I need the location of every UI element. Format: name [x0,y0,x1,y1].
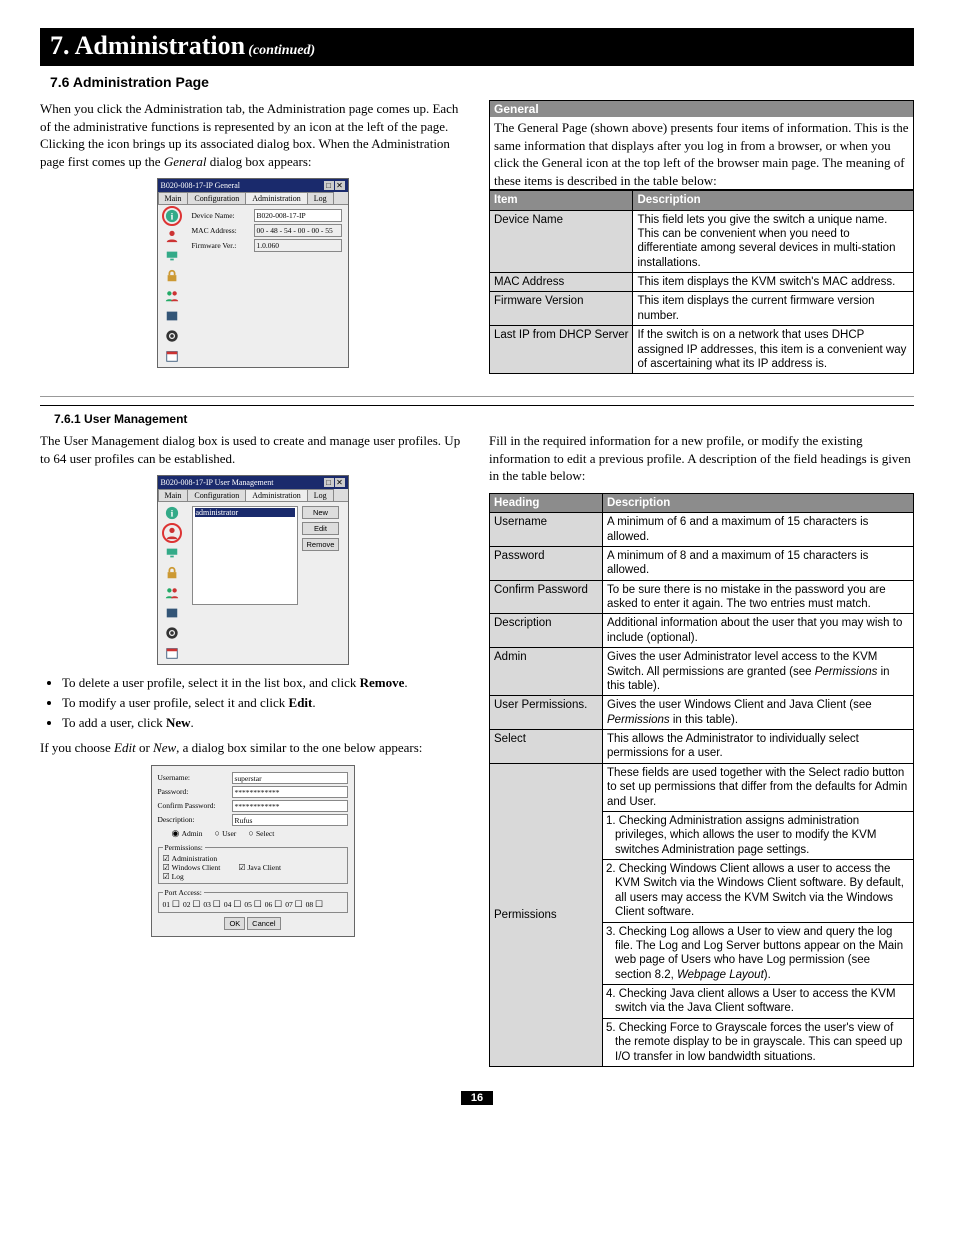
ok-button[interactable]: OK [224,917,245,930]
lock-icon [165,566,179,580]
general-dialog-screenshot: B020-008-17-IP General□✕ Main Configurat… [157,178,349,368]
general-label: General [489,100,914,117]
new-button[interactable]: New [302,506,340,519]
user-edit-intro: Fill in the required information for a n… [489,432,914,485]
users-icon [165,586,179,600]
remove-button[interactable]: Remove [302,538,340,551]
gear-icon [165,626,179,640]
user-edit-dialog-screenshot: Username:superstar Password:************… [151,765,355,937]
svg-text:i: i [170,509,173,520]
customize-icon [165,606,179,620]
page-number: 16 [40,1089,914,1105]
gear-icon [165,329,179,343]
edit-button[interactable]: Edit [302,522,340,535]
network-icon [165,249,179,263]
section-7-6-intro: When you click the Administration tab, t… [40,100,465,170]
customize-icon [165,309,179,323]
users-icon [165,289,179,303]
info-icon: i [165,506,179,520]
section-7-6-1-heading: 7.6.1 User Management [54,412,914,426]
user-mgmt-bullets: To delete a user profile, select it in t… [62,675,465,731]
user-mgmt-para: The User Management dialog box is used t… [40,432,465,467]
cancel-button[interactable]: Cancel [247,917,280,930]
general-blurb: The General Page (shown above) presents … [489,117,914,190]
date-icon [165,349,179,363]
user-icon [165,526,179,540]
network-icon [165,546,179,560]
user-icon [165,229,179,243]
after-bullets: If you choose Edit or New, a dialog box … [40,739,465,757]
headings-table: HeadingDescription UsernameA minimum of … [489,493,914,1067]
lock-icon [165,269,179,283]
date-icon [165,646,179,660]
chapter-header: 7. Administration (continued) [40,28,914,66]
svg-text:i: i [170,212,173,223]
section-7-6-heading: 7.6 Administration Page [50,74,914,90]
general-table: ItemDescription Device NameThis field le… [489,190,914,374]
info-icon: i [165,209,179,223]
user-mgmt-dialog-screenshot: B020-008-17-IP User Management□✕ MainCon… [157,475,349,665]
